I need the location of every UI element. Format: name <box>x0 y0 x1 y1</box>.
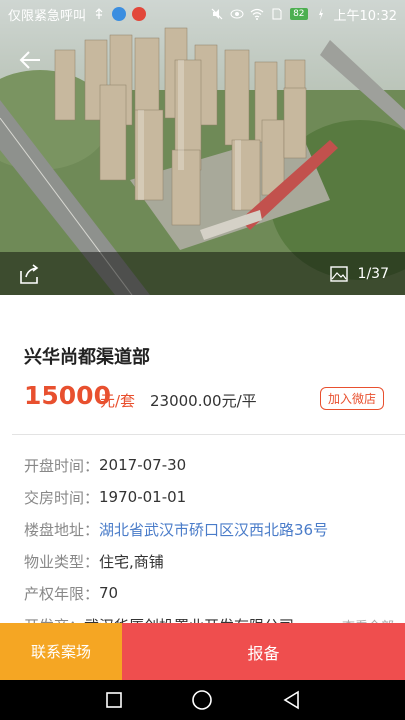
info-row-property-type: 物业类型： 住宅,商铺 <box>24 551 164 571</box>
album-counter[interactable]: 1/37 <box>329 265 389 282</box>
property-title: 兴华尚都渠道部 <box>24 347 150 368</box>
mute-icon <box>210 7 224 21</box>
battery-level: 82 <box>290 8 308 20</box>
nav-home-icon <box>192 690 213 710</box>
total-price: 15000 <box>24 381 111 410</box>
action-bar: 联系案场 报备 <box>0 623 405 680</box>
info-value: 住宅,商铺 <box>99 552 164 571</box>
info-row-delivery-date: 交房时间： 1970-01-01 <box>24 487 186 507</box>
price-row: 15000 元/套 23000.00元/平 加入微店 <box>24 381 384 413</box>
system-nav-bar <box>0 680 405 720</box>
info-label: 开盘时间： <box>24 456 100 475</box>
info-label: 产权年限： <box>24 584 100 603</box>
info-row-open-date: 开盘时间： 2017-07-30 <box>24 455 186 475</box>
info-value: 1970-01-01 <box>99 488 187 506</box>
info-label: 楼盘地址： <box>24 520 100 539</box>
back-button[interactable] <box>14 44 46 76</box>
nav-back-icon <box>283 690 299 710</box>
info-value: 70 <box>99 584 119 602</box>
sim-icon <box>270 7 284 21</box>
app-notification-icon <box>112 7 127 21</box>
nav-back-button[interactable] <box>279 688 303 712</box>
info-label: 交房时间： <box>24 488 100 507</box>
charging-icon <box>314 7 328 21</box>
total-price-unit: 元/套 <box>100 392 136 410</box>
divider <box>12 434 405 435</box>
album-icon <box>329 265 348 282</box>
nav-recents-icon <box>106 692 122 708</box>
eye-icon <box>230 7 244 21</box>
building-render-image <box>0 0 405 295</box>
carrier-text: 仅限紧急呼叫 <box>8 8 87 24</box>
status-bar: 仅限紧急呼叫 82 上午10:32 <box>0 0 405 28</box>
report-button[interactable]: 报备 <box>122 623 405 680</box>
nav-recents-button[interactable] <box>102 688 126 712</box>
add-to-wechat-store-button[interactable]: 加入微店 <box>319 387 384 410</box>
share-icon <box>20 263 39 284</box>
image-counter: 1/37 <box>357 265 389 282</box>
address-link[interactable]: 湖北省武汉市硚口区汉西北路36号 <box>99 519 328 540</box>
gallery-bar: 1/37 <box>0 252 405 295</box>
back-arrow-icon <box>19 51 40 69</box>
info-row-tenure: 产权年限： 70 <box>24 583 118 603</box>
wifi-icon <box>250 7 264 21</box>
info-row-address[interactable]: 楼盘地址： 湖北省武汉市硚口区汉西北路36号 <box>24 519 328 539</box>
clock: 上午10:32 <box>333 8 397 24</box>
share-button[interactable] <box>16 261 42 287</box>
info-label: 物业类型： <box>24 552 100 571</box>
contact-site-button[interactable]: 联系案场 <box>0 623 122 680</box>
nav-home-button[interactable] <box>190 688 214 712</box>
weibo-notification-icon <box>132 7 147 21</box>
hero-image[interactable]: 仅限紧急呼叫 82 上午10:32 1/37 <box>0 0 405 295</box>
unit-price: 23000.00元/平 <box>150 392 257 410</box>
usb-icon <box>92 7 106 21</box>
info-value: 2017-07-30 <box>99 456 187 474</box>
